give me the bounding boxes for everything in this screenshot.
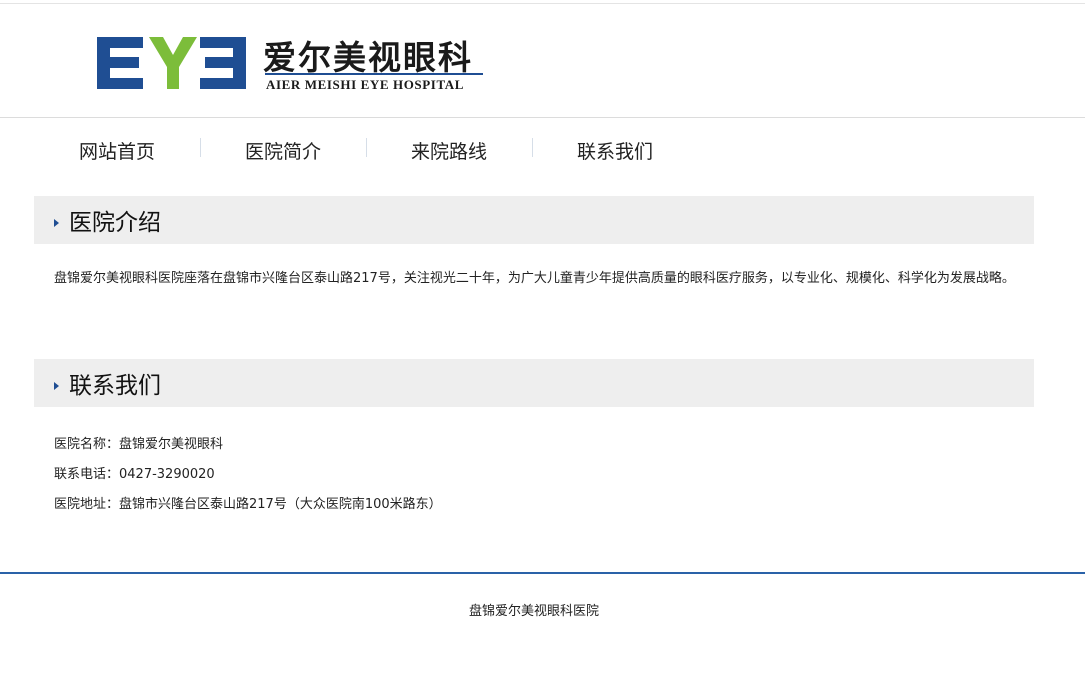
caret-right-icon xyxy=(54,382,59,390)
contact-section-title: 联系我们 xyxy=(69,373,161,399)
hospital-name-line: 医院名称：盘锦爱尔美视眼科 xyxy=(54,437,224,452)
footer-divider xyxy=(0,572,1085,574)
phone-line: 联系电话：0427-3290020 xyxy=(54,467,215,482)
nav-item-home[interactable]: 网站首页 xyxy=(34,118,200,182)
intro-section-title: 医院介绍 xyxy=(69,210,161,236)
address-line: 医院地址：盘锦市兴隆台区泰山路217号（大众医院南100米路东） xyxy=(54,497,442,512)
logo-english-name: AIER MEISHI EYE HOSPITAL xyxy=(266,77,465,92)
intro-section-header: 医院介绍 xyxy=(34,196,1034,244)
intro-paragraph: 盘锦爱尔美视眼科医院座落在盘锦市兴隆台区泰山路217号，关注视光二十年，为广大儿… xyxy=(54,271,1015,286)
logo-underline xyxy=(265,73,483,75)
contact-section-header: 联系我们 xyxy=(34,359,1034,407)
nav-item-route[interactable]: 来院路线 xyxy=(366,118,532,182)
main-nav: 网站首页 医院简介 来院路线 联系我们 xyxy=(34,118,698,182)
nav-item-about[interactable]: 医院简介 xyxy=(200,118,366,182)
hospital-logo[interactable]: 爱尔美视眼科 AIER MEISHI EYE HOSPITAL xyxy=(97,35,487,95)
eye-logo-mark xyxy=(97,37,246,89)
footer-copyright: 盘锦爱尔美视眼科医院 xyxy=(468,604,599,619)
site-header: 爱尔美视眼科 AIER MEISHI EYE HOSPITAL xyxy=(0,4,1085,117)
nav-item-contact[interactable]: 联系我们 xyxy=(532,118,698,182)
logo-chinese-name: 爱尔美视眼科 xyxy=(263,38,473,77)
caret-right-icon xyxy=(54,219,59,227)
